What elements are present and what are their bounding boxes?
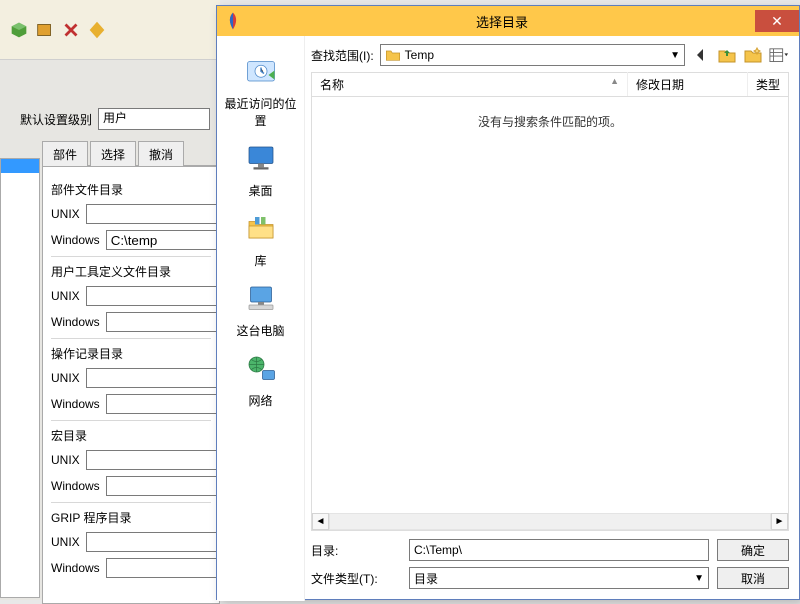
g5-unix-input[interactable] bbox=[86, 532, 220, 552]
back-icon[interactable] bbox=[691, 46, 711, 64]
group-3-title: 操作记录目录 bbox=[51, 345, 211, 362]
group-1-title: 部件文件目录 bbox=[51, 181, 211, 198]
select-directory-dialog: 选择目录 ✕ 最近访问的位置 桌面 bbox=[216, 5, 800, 600]
dir-label: 目录: bbox=[311, 542, 401, 559]
side-list-selection bbox=[1, 159, 39, 173]
place-desktop-label: 桌面 bbox=[221, 182, 301, 199]
view-menu-icon[interactable] bbox=[769, 46, 789, 64]
close-button[interactable]: ✕ bbox=[755, 10, 799, 32]
toolbar-box-icon[interactable] bbox=[34, 19, 56, 41]
level-select[interactable]: 用户 bbox=[98, 108, 210, 130]
toolbar-cube-icon[interactable] bbox=[8, 19, 30, 41]
g1-unix-label: UNIX bbox=[51, 207, 80, 221]
recent-icon bbox=[243, 54, 279, 90]
col-type[interactable]: 类型 bbox=[748, 72, 788, 97]
place-libraries[interactable]: 库 bbox=[221, 211, 301, 269]
place-desktop[interactable]: 桌面 bbox=[221, 141, 301, 199]
file-list-header: 名称 ▲ 修改日期 类型 bbox=[311, 72, 789, 96]
ok-button[interactable]: 确定 bbox=[717, 539, 789, 561]
level-select-value: 用户 bbox=[103, 111, 127, 125]
toolbar-diamond-icon[interactable] bbox=[86, 19, 108, 41]
scroll-left-icon[interactable]: ◄ bbox=[312, 513, 329, 530]
chevron-down-icon: ▼ bbox=[694, 573, 704, 584]
tab-undo[interactable]: 撤消 bbox=[138, 141, 184, 166]
col-name[interactable]: 名称 ▲ bbox=[312, 72, 628, 97]
dialog-titlebar[interactable]: 选择目录 ✕ bbox=[217, 6, 799, 36]
g2-win-label: Windows bbox=[51, 315, 100, 329]
network-icon bbox=[243, 351, 279, 387]
bg-toolbar bbox=[0, 0, 220, 60]
level-label: 默认设置级别 bbox=[20, 111, 92, 128]
g4-unix-label: UNIX bbox=[51, 453, 80, 467]
bg-body: 默认设置级别 用户 部件 选择 撤消 部件文件目录 UNIX Windows bbox=[0, 60, 220, 600]
col-name-label: 名称 bbox=[320, 78, 344, 92]
g3-unix-input[interactable] bbox=[86, 368, 220, 388]
g4-unix-input[interactable] bbox=[86, 450, 220, 470]
g1-unix-input[interactable] bbox=[86, 204, 220, 224]
tab-parts[interactable]: 部件 bbox=[42, 141, 88, 166]
place-computer[interactable]: 这台电脑 bbox=[221, 281, 301, 339]
form-area: 部件文件目录 UNIX Windows 用户工具定义文件目录 UNIX Wind… bbox=[42, 166, 220, 604]
place-recent[interactable]: 最近访问的位置 bbox=[221, 54, 301, 129]
col-mdate[interactable]: 修改日期 bbox=[628, 72, 748, 97]
group-5-title: GRIP 程序目录 bbox=[51, 509, 211, 526]
sort-asc-icon: ▲ bbox=[610, 76, 619, 86]
g2-unix-input[interactable] bbox=[86, 286, 220, 306]
computer-icon bbox=[243, 281, 279, 317]
chevron-down-icon: ▼ bbox=[670, 50, 680, 61]
group-2-title: 用户工具定义文件目录 bbox=[51, 263, 211, 280]
place-network[interactable]: 网络 bbox=[221, 351, 301, 409]
g1-win-input[interactable] bbox=[106, 230, 220, 250]
tab-select[interactable]: 选择 bbox=[90, 141, 136, 166]
cancel-button[interactable]: 取消 bbox=[717, 567, 789, 589]
close-icon: ✕ bbox=[771, 13, 783, 30]
folder-icon bbox=[385, 48, 401, 62]
g3-win-label: Windows bbox=[51, 397, 100, 411]
filter-dropdown[interactable]: 目录 ▼ bbox=[409, 567, 709, 589]
g4-win-label: Windows bbox=[51, 479, 100, 493]
g4-win-input[interactable] bbox=[106, 476, 220, 496]
places-bar: 最近访问的位置 桌面 库 bbox=[217, 36, 305, 601]
dialog-title: 选择目录 bbox=[249, 12, 755, 31]
up-folder-icon[interactable] bbox=[717, 46, 737, 64]
tabstrip: 部件 选择 撤消 bbox=[42, 140, 220, 166]
dialog-main: 查找范围(I): Temp ▼ bbox=[305, 36, 799, 601]
g2-unix-label: UNIX bbox=[51, 289, 80, 303]
filter-label: 文件类型(T): bbox=[311, 570, 401, 587]
scroll-track[interactable] bbox=[329, 513, 771, 530]
horizontal-scrollbar[interactable]: ◄ ► bbox=[312, 513, 788, 530]
libraries-icon bbox=[243, 211, 279, 247]
file-list[interactable]: 没有与搜索条件匹配的项。 ◄ ► bbox=[311, 96, 789, 531]
toolbar-cross-icon[interactable] bbox=[60, 19, 82, 41]
place-computer-label: 这台电脑 bbox=[221, 322, 301, 339]
empty-message: 没有与搜索条件匹配的项。 bbox=[312, 113, 788, 130]
side-list[interactable] bbox=[0, 158, 40, 598]
filter-value: 目录 bbox=[414, 570, 438, 587]
group-4-title: 宏目录 bbox=[51, 427, 211, 444]
g3-win-input[interactable] bbox=[106, 394, 220, 414]
g5-win-label: Windows bbox=[51, 561, 100, 575]
g5-win-input[interactable] bbox=[106, 558, 220, 578]
dir-input[interactable]: C:\Temp\ bbox=[409, 539, 709, 561]
g2-win-input[interactable] bbox=[106, 312, 220, 332]
new-folder-icon[interactable] bbox=[743, 46, 763, 64]
lookin-value: Temp bbox=[405, 48, 434, 62]
place-recent-label: 最近访问的位置 bbox=[221, 95, 301, 129]
g3-unix-label: UNIX bbox=[51, 371, 80, 385]
lookin-label: 查找范围(I): bbox=[311, 47, 374, 64]
desktop-icon bbox=[243, 141, 279, 177]
dialog-app-icon bbox=[223, 11, 243, 31]
scroll-right-icon[interactable]: ► bbox=[771, 513, 788, 530]
lookin-dropdown[interactable]: Temp ▼ bbox=[380, 44, 685, 66]
dir-value: C:\Temp\ bbox=[414, 543, 462, 557]
place-network-label: 网络 bbox=[221, 392, 301, 409]
g1-win-label: Windows bbox=[51, 233, 100, 247]
g5-unix-label: UNIX bbox=[51, 535, 80, 549]
background-app: 默认设置级别 用户 部件 选择 撤消 部件文件目录 UNIX Windows bbox=[0, 0, 220, 600]
place-libraries-label: 库 bbox=[221, 252, 301, 269]
